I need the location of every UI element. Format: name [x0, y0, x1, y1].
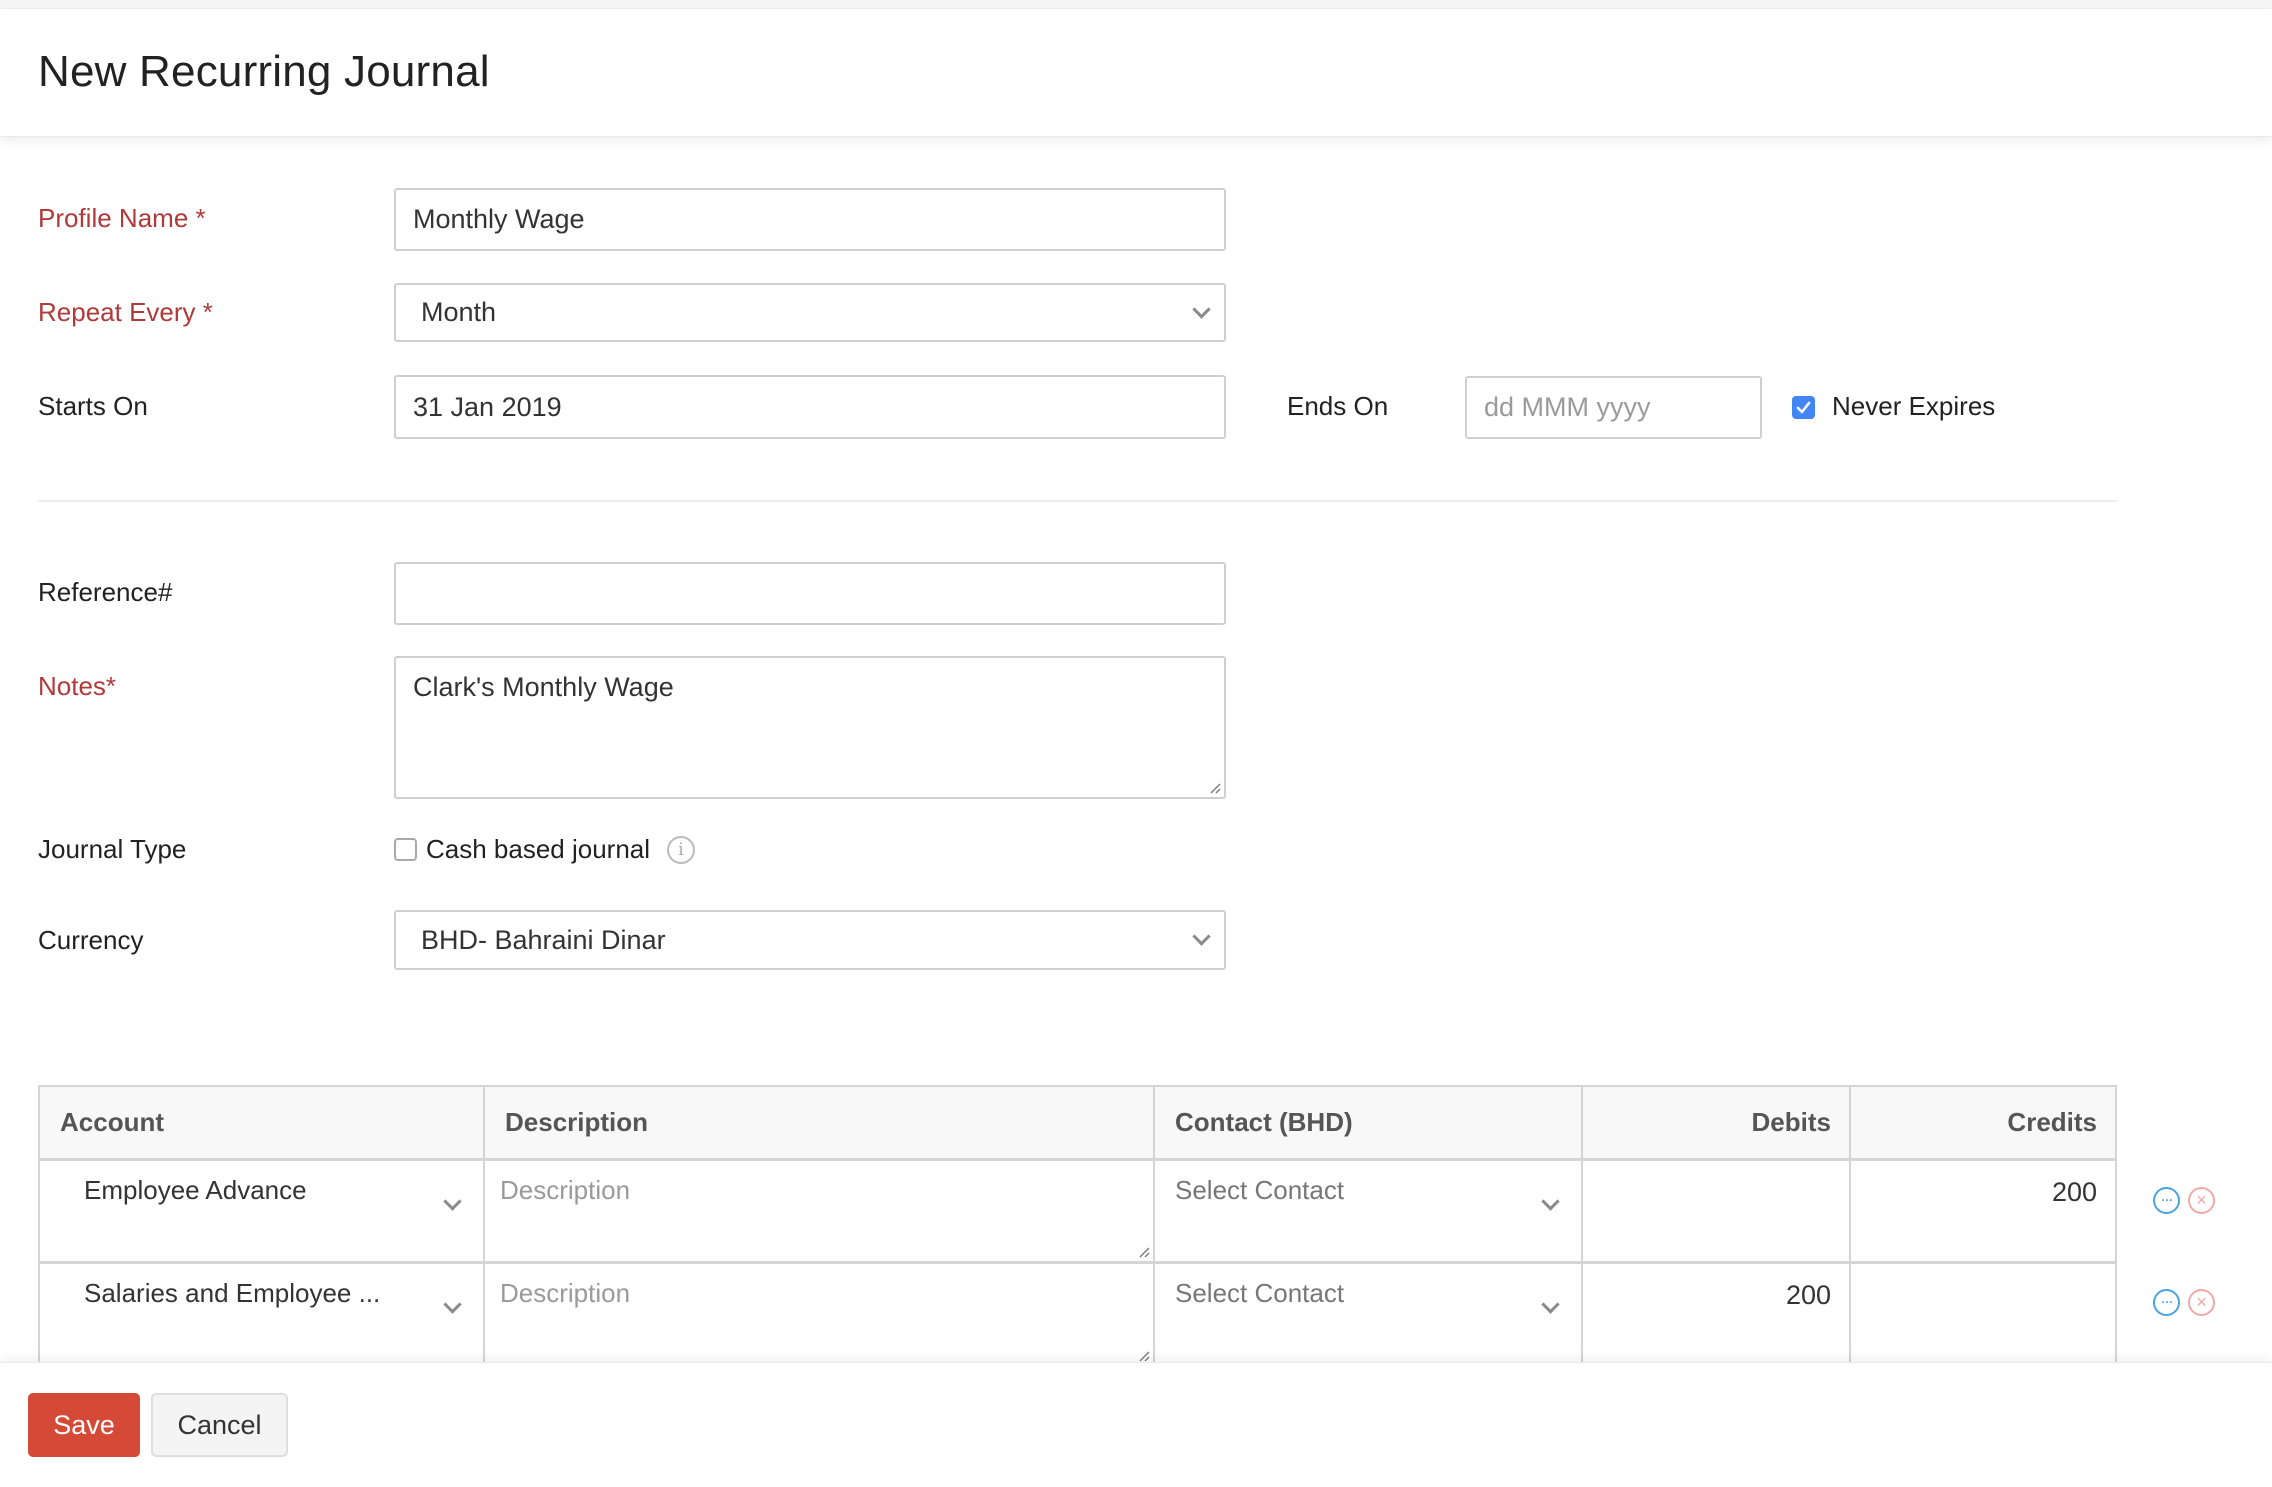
column-header-credits: Credits — [2007, 1107, 2097, 1137]
journal-entries-table: Account Description Contact (BHD) Debits… — [38, 1085, 2117, 1364]
debits-input[interactable]: 200 — [1583, 1264, 1849, 1374]
description-placeholder: Description — [500, 1278, 631, 1308]
remove-row-icon[interactable]: × — [2188, 1289, 2215, 1316]
footer-bar: Save Cancel — [0, 1362, 2272, 1487]
starts-on-input[interactable]: 31 Jan 2019 — [394, 375, 1226, 439]
more-options-icon[interactable]: … — [2153, 1289, 2180, 1316]
column-header-contact: Contact (BHD) — [1175, 1107, 1353, 1137]
chevron-down-icon — [443, 1192, 462, 1211]
description-placeholder: Description — [500, 1175, 631, 1205]
reference-label: Reference# — [38, 577, 173, 607]
info-icon[interactable]: i — [667, 836, 695, 864]
ends-on-input[interactable]: dd MMM yyyy — [1465, 376, 1762, 439]
section-divider — [38, 500, 2117, 502]
contact-select[interactable]: Select Contact — [1155, 1264, 1581, 1374]
account-value: Salaries and Employee ... — [84, 1278, 381, 1308]
contact-placeholder: Select Contact — [1175, 1175, 1345, 1205]
never-expires-checkbox[interactable] — [1792, 396, 1815, 419]
chevron-down-icon — [1541, 1295, 1560, 1314]
repeat-every-value: Month — [421, 297, 497, 327]
account-value: Employee Advance — [84, 1175, 307, 1205]
table-header: Account Description Contact (BHD) Debits… — [40, 1087, 2115, 1161]
column-header-account: Account — [60, 1107, 164, 1137]
contact-placeholder: Select Contact — [1175, 1278, 1345, 1308]
table-row: Salaries and Employee ... Description Se… — [40, 1264, 2115, 1374]
currency-value: BHD- Bahraini Dinar — [421, 924, 666, 955]
page-title: New Recurring Journal — [38, 47, 490, 96]
repeat-every-label: Repeat Every * — [38, 297, 213, 327]
account-select[interactable]: Employee Advance — [40, 1161, 483, 1261]
starts-on-label: Starts On — [38, 391, 148, 421]
currency-select[interactable]: BHD- Bahraini Dinar — [394, 910, 1226, 970]
credits-value: 200 — [2051, 1177, 2097, 1207]
never-expires-label: Never Expires — [1832, 391, 1996, 421]
account-select[interactable]: Salaries and Employee ... — [40, 1264, 483, 1374]
reference-input[interactable] — [394, 562, 1226, 625]
chevron-down-icon — [1192, 927, 1211, 946]
journal-type-label: Journal Type — [38, 834, 187, 864]
top-strip — [0, 0, 2272, 9]
notes-label: Notes* — [38, 671, 117, 701]
resize-handle-icon[interactable] — [1207, 780, 1221, 794]
remove-row-icon[interactable]: × — [2188, 1187, 2215, 1214]
debits-input[interactable] — [1583, 1161, 1849, 1261]
starts-on-value: 31 Jan 2019 — [413, 391, 562, 422]
cancel-button[interactable]: Cancel — [151, 1393, 288, 1457]
notes-textarea[interactable]: Clark's Monthly Wage — [394, 656, 1226, 799]
debits-value: 200 — [1785, 1280, 1831, 1310]
resize-handle-icon[interactable] — [1136, 1348, 1150, 1362]
checkmark-icon — [1796, 401, 1811, 414]
chevron-down-icon — [1541, 1192, 1560, 1211]
description-textarea[interactable]: Description — [485, 1161, 1153, 1261]
contact-select[interactable]: Select Contact — [1155, 1161, 1581, 1261]
profile-name-input[interactable]: Monthly Wage — [394, 188, 1226, 251]
description-textarea[interactable]: Description — [485, 1264, 1153, 1374]
credits-input[interactable] — [1851, 1264, 2115, 1374]
chevron-down-icon — [443, 1295, 462, 1314]
repeat-every-select[interactable]: Month — [394, 283, 1226, 342]
ends-on-label: Ends On — [1287, 391, 1389, 421]
resize-handle-icon[interactable] — [1136, 1244, 1150, 1258]
column-header-description: Description — [505, 1107, 649, 1137]
page-header: New Recurring Journal — [0, 9, 2272, 137]
notes-value: Clark's Monthly Wage — [413, 672, 674, 702]
ends-on-placeholder: dd MMM yyyy — [1484, 392, 1651, 422]
column-header-debits: Debits — [1751, 1107, 1831, 1137]
chevron-down-icon — [1192, 299, 1211, 319]
profile-name-label: Profile Name * — [38, 203, 206, 233]
cash-based-journal-label: Cash based journal — [426, 834, 651, 864]
save-button[interactable]: Save — [28, 1393, 140, 1457]
more-options-icon[interactable]: … — [2153, 1187, 2180, 1214]
cash-based-journal-checkbox[interactable] — [394, 838, 417, 861]
profile-name-value: Monthly Wage — [413, 204, 585, 234]
table-row: Employee Advance Description Select Cont… — [40, 1161, 2115, 1264]
credits-input[interactable]: 200 — [1851, 1161, 2115, 1261]
currency-label: Currency — [38, 925, 144, 955]
